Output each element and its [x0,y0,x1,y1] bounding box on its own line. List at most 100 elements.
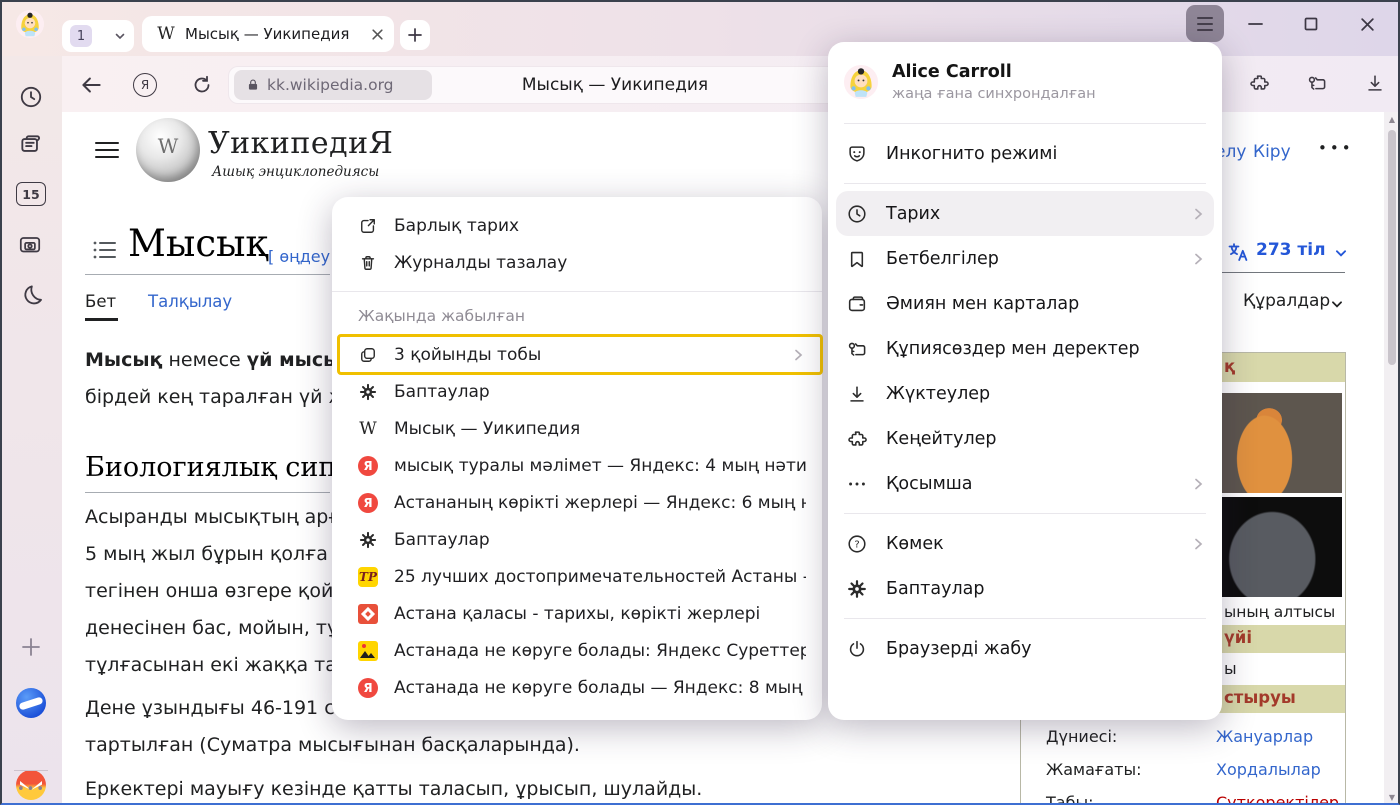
wiki-tab-page[interactable]: Бет [85,292,116,311]
login-link[interactable]: Кіру [1253,142,1291,162]
article-line: Еркектері мауығу кезінде қатты таласып, … [85,778,702,800]
minimize-icon [1248,22,1263,26]
wikipedia-globe-logo[interactable]: W [136,118,200,182]
tax-value-link[interactable]: Хордалылар [1216,760,1321,779]
menu-item-history[interactable]: Тарих [836,191,1214,236]
article-line: тартылған (Суматра мысығынан басқаларынд… [85,734,580,756]
help-icon: ? [846,533,868,555]
back-arrow-icon [78,72,104,98]
tab-group-icon [358,345,378,365]
scroll-up-icon[interactable]: ▲ [1384,115,1400,124]
close-tab-icon[interactable] [371,28,384,41]
moon-icon [18,282,44,308]
clock-icon [846,203,868,225]
history-item-astana-site[interactable]: Астана қаласы - тарихы, көрікті жерлері [332,595,822,632]
address-bar-page-title: Мысық — Уикипедия [455,75,775,95]
article-title: Мысық [128,222,268,265]
history-item-yandex-search[interactable]: Я Астананың көрікті жерлері — Яндекс: 6 … [332,484,822,521]
calendar-badge: 15 [22,187,39,202]
taxobox-title-fragment: қ [1224,357,1235,376]
taxobox-caption-fragment: ының алтысы [1224,603,1335,621]
svg-text:?: ? [854,539,859,550]
menu-item-extensions[interactable]: Кеңейтулер [828,416,1222,461]
menu-item-passwords[interactable]: Құпиясөздер мен деректер [828,326,1222,371]
menu-divider [844,123,1206,124]
lang-chevron-down-icon[interactable] [1334,246,1348,260]
sidebar-dark-mode-button[interactable] [18,282,44,308]
tools-chevron-down-icon[interactable] [1330,297,1344,311]
extensions-button[interactable] [1248,72,1270,94]
article-line: бірдей кең таралған үй жа [85,386,357,408]
menu-item-settings[interactable]: Баптаулар [828,566,1222,611]
maximize-icon [1304,17,1318,31]
browser-menu-button[interactable] [1186,5,1224,42]
title-rule-right [1222,272,1345,273]
chevron-right-icon [1190,536,1206,552]
article-line: тұлғасынан екі жаққа тарб [85,654,361,676]
wiki-hamburger-button[interactable] [95,142,119,158]
url-text: kk.wikipedia.org [267,76,394,94]
menu-item-close-browser[interactable]: Браузерді жабу [828,626,1222,671]
yandex-search-button[interactable]: Я [133,73,157,97]
tax-value-link[interactable]: Жануарлар [1216,727,1313,746]
wiki-tab-talk[interactable]: Талқылау [148,292,232,311]
clock-icon [18,84,44,110]
language-selector[interactable]: 273 тіл [1256,240,1326,260]
wiki-more-dots-icon[interactable]: ••• [1318,139,1354,157]
url-chip[interactable]: kk.wikipedia.org [234,70,432,100]
sidebar-screenshot-button[interactable] [16,232,42,258]
close-icon [1360,17,1375,32]
chevron-right-icon [1190,206,1206,222]
puzzle-icon [846,428,868,450]
download-icon [846,383,868,405]
edit-link[interactable]: [ өңдеу [268,247,330,266]
sidebar-history-button[interactable] [18,84,44,110]
sidebar-more-button[interactable]: ••• [17,782,46,797]
tripadvisor-favicon: TP [358,567,378,587]
reload-icon [190,73,214,97]
menu-item-clear-history[interactable]: Журналды тазалау [332,244,822,281]
maximize-button[interactable] [1296,10,1326,38]
wiki-logo-title[interactable]: УикипедиЯ [208,126,393,161]
new-tab-button[interactable] [400,20,430,50]
history-item-yandex-images[interactable]: Астанада не көруге болады: Яндекс Суретт… [332,632,822,669]
tab-group-pill[interactable]: 1 [62,20,134,52]
sidebar-add-button[interactable] [19,635,43,659]
menu-item-incognito[interactable]: Инкогнито режимі [828,131,1222,176]
menu-item-wallet[interactable]: Әмиян мен карталар [828,281,1222,326]
page-scrollbar[interactable]: ▲ ▼ [1384,112,1400,805]
sidebar-calendar-button[interactable]: 15 [16,182,46,206]
sidebar-feed-button[interactable] [18,132,44,158]
history-item-settings[interactable]: Баптаулар [332,521,822,558]
reload-button[interactable] [190,73,214,97]
tools-dropdown[interactable]: Құралдар [1243,291,1330,311]
history-item-yandex-search[interactable]: Я мысық туралы мәлімет — Яндекс: 4 мың н… [332,447,822,484]
menu-item-more[interactable]: Қосымша [828,461,1222,506]
browser-tab[interactable]: W Мысық — Уикипедия [142,16,394,52]
downloads-button[interactable] [1364,72,1386,94]
yandex-browser-logo[interactable] [16,688,46,718]
yandex-circle-icon: Я [141,78,149,92]
menu-item-all-history[interactable]: Барлық тарих [332,207,822,244]
close-window-button[interactable] [1352,10,1382,38]
profile-avatar[interactable] [16,10,44,38]
minimize-button[interactable] [1240,10,1270,38]
history-item-tripadvisor[interactable]: TP 25 лучших достопримечательностей Аста… [332,558,822,595]
scrollbar-thumb[interactable] [1388,130,1396,365]
toc-icon[interactable] [93,240,119,260]
section-rule [85,492,330,493]
menu-item-downloads[interactable]: Жүктеулер [828,371,1222,416]
menu-item-tab-group[interactable]: 3 қойынды тобы [332,336,822,373]
passwords-button[interactable] [1306,72,1328,94]
scroll-down-icon[interactable]: ▼ [1384,793,1400,802]
menu-item-bookmarks[interactable]: Бетбелгілер [828,236,1222,281]
history-item-wikipedia[interactable]: W Мысық — Уикипедия [332,410,822,447]
menu-item-settings-history[interactable]: Баптаулар [332,373,822,410]
article-line: Дене ұзындығы 46-191 см [85,697,349,719]
history-item-yandex-search[interactable]: Я Астанада не көруге болады — Яндекс: 8 … [332,669,822,706]
profile-row[interactable]: Alice Carroll жаңа ғана синхрондалған [828,42,1222,116]
tax-value-redlink[interactable]: Сүткоректілер [1216,793,1339,805]
menu-item-help[interactable]: ? Көмек [828,521,1222,566]
tax-label: Жамағаты: [1046,760,1142,779]
back-button[interactable] [78,72,104,98]
